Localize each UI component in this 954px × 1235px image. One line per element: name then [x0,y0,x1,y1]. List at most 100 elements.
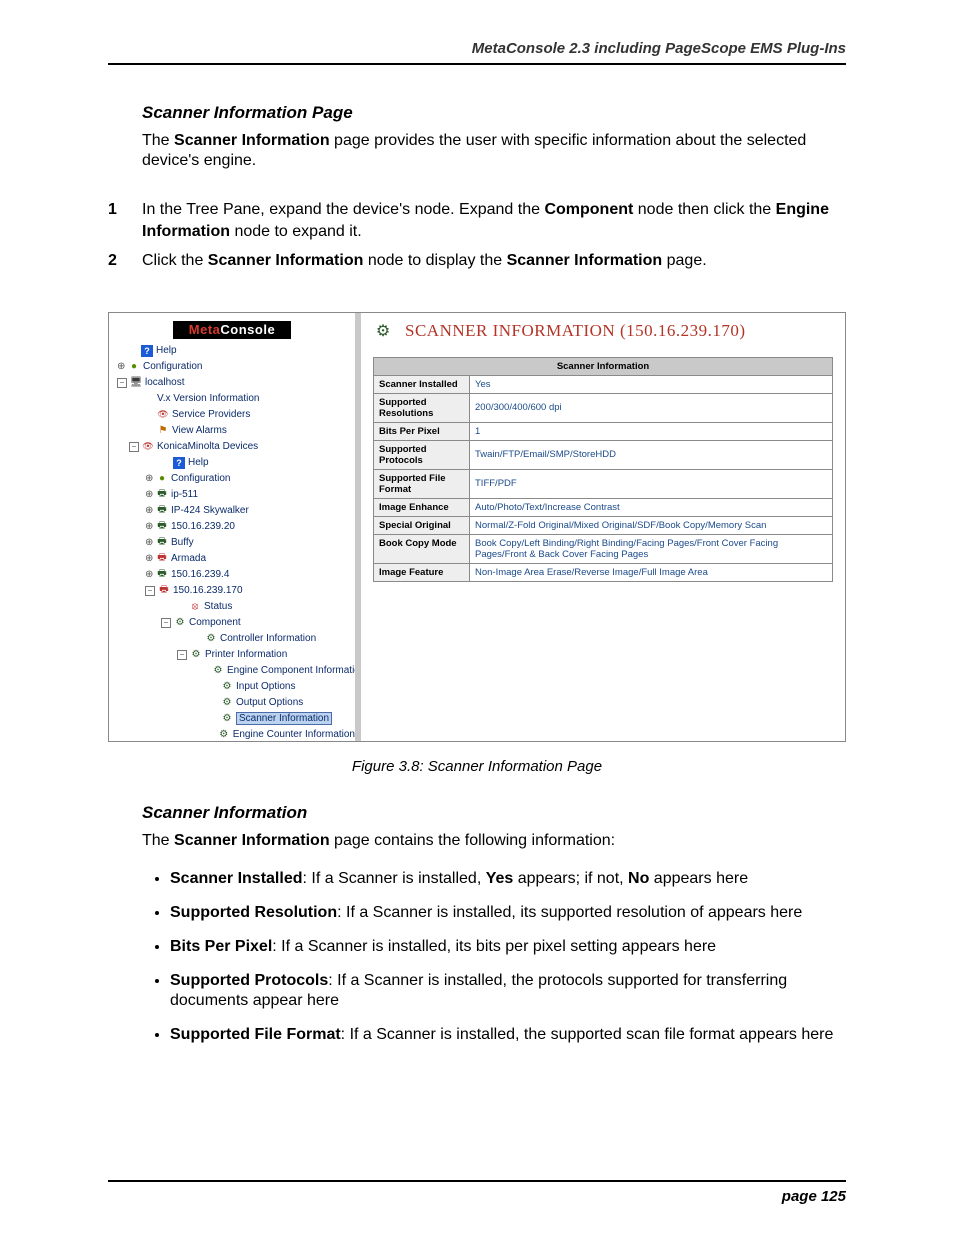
text: : If a Scanner is installed, its support… [337,904,802,921]
dev-icon: 🖶 [156,489,168,501]
tree-node[interactable]: ⊕🖶Buffy [109,535,355,551]
text: node to expand it. [230,223,362,240]
tree-node-label: Input Options [236,681,295,692]
row-key: Image Enhance [374,498,470,516]
dev-icon: 🖶 [156,521,168,533]
row-value: Normal/Z-Fold Original/Mixed Original/SD… [470,516,833,534]
text-bold: Component [544,201,633,218]
row-key: Bits Per Pixel [374,422,470,440]
collapse-icon[interactable]: − [161,618,171,628]
tree-node[interactable]: ⚑View Alarms [109,423,355,439]
text: : If a Scanner is installed, the support… [341,1026,834,1043]
tree-node[interactable]: ⚙Controller Information [109,631,355,647]
tree-node[interactable]: ⚙Engine Counter Information [109,727,355,742]
row-key: Supported File Format [374,469,470,498]
tree-pane: MetaConsole ?Help⊕●Configuration−🖥localh… [108,312,355,742]
collapse-icon[interactable]: − [129,442,139,452]
expand-icon[interactable]: ⊕ [145,571,153,579]
row-key: Supported Resolutions [374,393,470,422]
figure-container: MetaConsole ?Help⊕●Configuration−🖥localh… [108,312,846,775]
logo-meta: Meta [189,322,221,337]
text: appears here [649,870,748,887]
tree-node[interactable]: ⊕🖶ip-511 [109,487,355,503]
row-value: Twain/FTP/Email/SMP/StoreHDD [470,440,833,469]
tree-node[interactable]: ⊕🖶150.16.239.20 [109,519,355,535]
comp-icon: ⚙ [174,617,186,629]
expand-icon[interactable]: ⊕ [145,555,153,563]
content-pane: ⚙ SCANNER INFORMATION (150.16.239.170) S… [361,312,846,742]
table-row: Bits Per Pixel1 [374,422,833,440]
tree-node-label: View Alarms [172,425,227,436]
tree-node[interactable]: ⊕🖶150.16.239.4 [109,567,355,583]
tree-node[interactable]: ⚙Output Options [109,695,355,711]
tree-node[interactable]: ?Help [109,455,355,471]
expand-icon[interactable]: ⊕ [145,507,153,515]
tree-node[interactable]: ?Help [109,343,355,359]
expand-icon[interactable]: ⊕ [145,491,153,499]
row-key: Book Copy Mode [374,534,470,563]
tree-node[interactable]: −👁KonicaMinolta Devices [109,439,355,455]
tree-node[interactable]: ⊕🖶IP-424 Skywalker [109,503,355,519]
host-icon: 🖥 [130,377,142,389]
collapse-icon[interactable]: − [145,586,155,596]
tree-node[interactable]: ⚙Engine Component Information [109,663,355,679]
table-row: Supported Resolutions200/300/400/600 dpi [374,393,833,422]
tree-node-label: 150.16.239.170 [173,585,243,596]
step-text: In the Tree Pane, expand the device's no… [142,199,846,242]
row-key: Supported Protocols [374,440,470,469]
text: node to display the [363,252,506,269]
figure-caption: Figure 3.8: Scanner Information Page [108,758,846,775]
tree-node[interactable]: ⊕●Configuration [109,471,355,487]
cfg-icon: ● [156,473,168,485]
tree-node-label: Help [188,457,209,468]
tree-node-label: Printer Information [205,649,287,660]
collapse-icon[interactable]: − [117,378,127,388]
comp-icon: ⚙ [190,649,202,661]
expand-icon[interactable]: ⊕ [145,523,153,531]
eye-icon: 👁 [157,409,169,421]
tree-node[interactable]: ⚙Scanner Information [109,711,355,727]
table-row: Book Copy ModeBook Copy/Left Binding/Rig… [374,534,833,563]
expand-icon[interactable]: ⊕ [145,475,153,483]
expand-icon[interactable]: ⊕ [145,539,153,547]
comp-icon: ⚙ [205,633,217,645]
tree-node[interactable]: −🖥localhost [109,375,355,391]
tree-node-label: Configuration [143,361,202,372]
tree-node[interactable]: −⚙Component [109,615,355,631]
row-value: Book Copy/Left Binding/Right Binding/Fac… [470,534,833,563]
page-number: page 125 [108,1188,846,1205]
expand-icon[interactable]: ⊕ [117,363,125,371]
tree-node[interactable]: ⊕🖶Armada [109,551,355,567]
intro-paragraph-1: The Scanner Information page provides th… [142,131,846,171]
row-key: Image Feature [374,563,470,581]
table-row: Supported ProtocolsTwain/FTP/Email/SMP/S… [374,440,833,469]
table-row: Image FeatureNon-Image Area Erase/Revers… [374,563,833,581]
status-icon: ⦻ [189,601,201,613]
list-item: Scanner Installed: If a Scanner is insta… [170,869,846,889]
tree-node-label: Armada [171,553,206,564]
text-bold: Supported File Format [170,1026,341,1043]
tree-node-label: Service Providers [172,409,250,420]
collapse-icon[interactable]: − [177,650,187,660]
text-bold: Supported Protocols [170,972,328,989]
text: page contains the following information: [330,832,616,849]
table-header: Scanner Information [374,357,833,375]
tree-node-label: KonicaMinolta Devices [157,441,258,452]
step-text: Click the Scanner Information node to di… [142,250,846,272]
help-icon: ? [141,345,153,357]
text: : If a Scanner is installed, [303,870,486,887]
tree-node[interactable]: −🖶150.16.239.170 [109,583,355,599]
tree-node-label: V.x Version Information [157,393,259,404]
red-icon: 🖶 [158,585,170,597]
row-value: Auto/Photo/Text/Increase Contrast [470,498,833,516]
running-header: MetaConsole 2.3 including PageScope EMS … [108,40,846,63]
tree-node[interactable]: ⦻Status [109,599,355,615]
tree-node[interactable]: 👁Service Providers [109,407,355,423]
tree-node[interactable]: −⚙Printer Information [109,647,355,663]
list-item: Supported File Format: If a Scanner is i… [170,1025,846,1045]
text-bold: Scanner Information [174,832,330,849]
tree-node[interactable]: ⊕●Configuration [109,359,355,375]
tree-node[interactable]: ⚙Input Options [109,679,355,695]
tree-node[interactable]: V.x Version Information [109,391,355,407]
section-title-1: Scanner Information Page [142,103,846,123]
